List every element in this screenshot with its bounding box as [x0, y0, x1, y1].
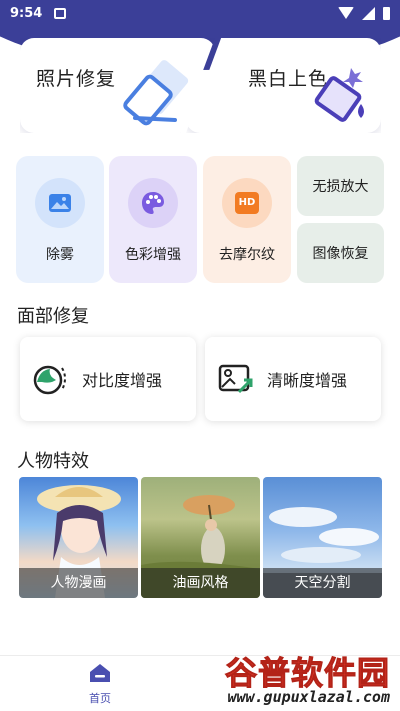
- demoire-icon-circle: HD: [222, 178, 272, 228]
- effect-sky-segmentation[interactable]: 天空分割: [263, 477, 382, 598]
- wifi-icon: [338, 7, 354, 19]
- dehaze-tool[interactable]: 除雾: [16, 156, 104, 283]
- effect-anime[interactable]: 人物漫画: [19, 477, 138, 598]
- status-time: 9:54: [10, 5, 43, 21]
- contrast-enhance-label: 对比度增强: [82, 371, 163, 390]
- effects-title: 人物特效: [17, 451, 89, 472]
- effect-anime-label: 人物漫画: [19, 568, 138, 598]
- palette-icon: [142, 192, 164, 214]
- effect-oil-painting-label: 油画风格: [141, 568, 260, 598]
- clarity-enhance-label: 清晰度增强: [267, 371, 348, 390]
- image-restore-tool[interactable]: 图像恢复: [297, 223, 384, 283]
- lossless-zoom-tool[interactable]: 无损放大: [297, 156, 384, 216]
- hd-icon: HD: [235, 192, 259, 214]
- face-repair-title: 面部修复: [17, 306, 89, 327]
- demoire-tool[interactable]: HD 去摩尔纹: [203, 156, 291, 283]
- tools-grid: 除雾 色彩增强 HD 去摩尔纹 无损放大 图像恢复: [16, 156, 384, 283]
- color-enhance-tool[interactable]: 色彩增强: [109, 156, 197, 283]
- site-watermark: 谷普软件园 www.gupuxlazal.com: [212, 648, 396, 708]
- watermark-url: www.gupuxlazal.com: [227, 688, 390, 706]
- image-icon: [49, 194, 71, 212]
- image-sharpen-icon: [217, 360, 255, 398]
- photo-repair-label: 照片修复: [36, 68, 117, 90]
- eraser-icon: [123, 60, 189, 126]
- signal-icon: [362, 6, 375, 20]
- battery-icon: [383, 6, 390, 20]
- image-restore-label: 图像恢复: [312, 246, 369, 262]
- paint-bucket-icon: [314, 68, 364, 122]
- dehaze-label: 除雾: [46, 247, 74, 263]
- clarity-enhance-card[interactable]: 清晰度增强: [205, 337, 381, 421]
- effect-oil-painting[interactable]: 油画风格: [141, 477, 260, 598]
- dehaze-icon-circle: [35, 178, 85, 228]
- contrast-enhance-card[interactable]: 对比度增强: [20, 337, 196, 421]
- status-bar: 9:54: [0, 0, 400, 26]
- color-enhance-label: 色彩增强: [125, 247, 181, 263]
- face-contrast-icon: [32, 360, 70, 398]
- lossless-zoom-label: 无损放大: [312, 179, 369, 195]
- effect-sky-segmentation-label: 天空分割: [263, 568, 382, 598]
- home-icon: [90, 664, 110, 682]
- color-enhance-icon-circle: [128, 178, 178, 228]
- image-notification-icon: [54, 7, 67, 19]
- nav-home[interactable]: 首页: [80, 662, 120, 708]
- nav-home-label: 首页: [89, 692, 111, 705]
- demoire-label: 去摩尔纹: [219, 247, 275, 263]
